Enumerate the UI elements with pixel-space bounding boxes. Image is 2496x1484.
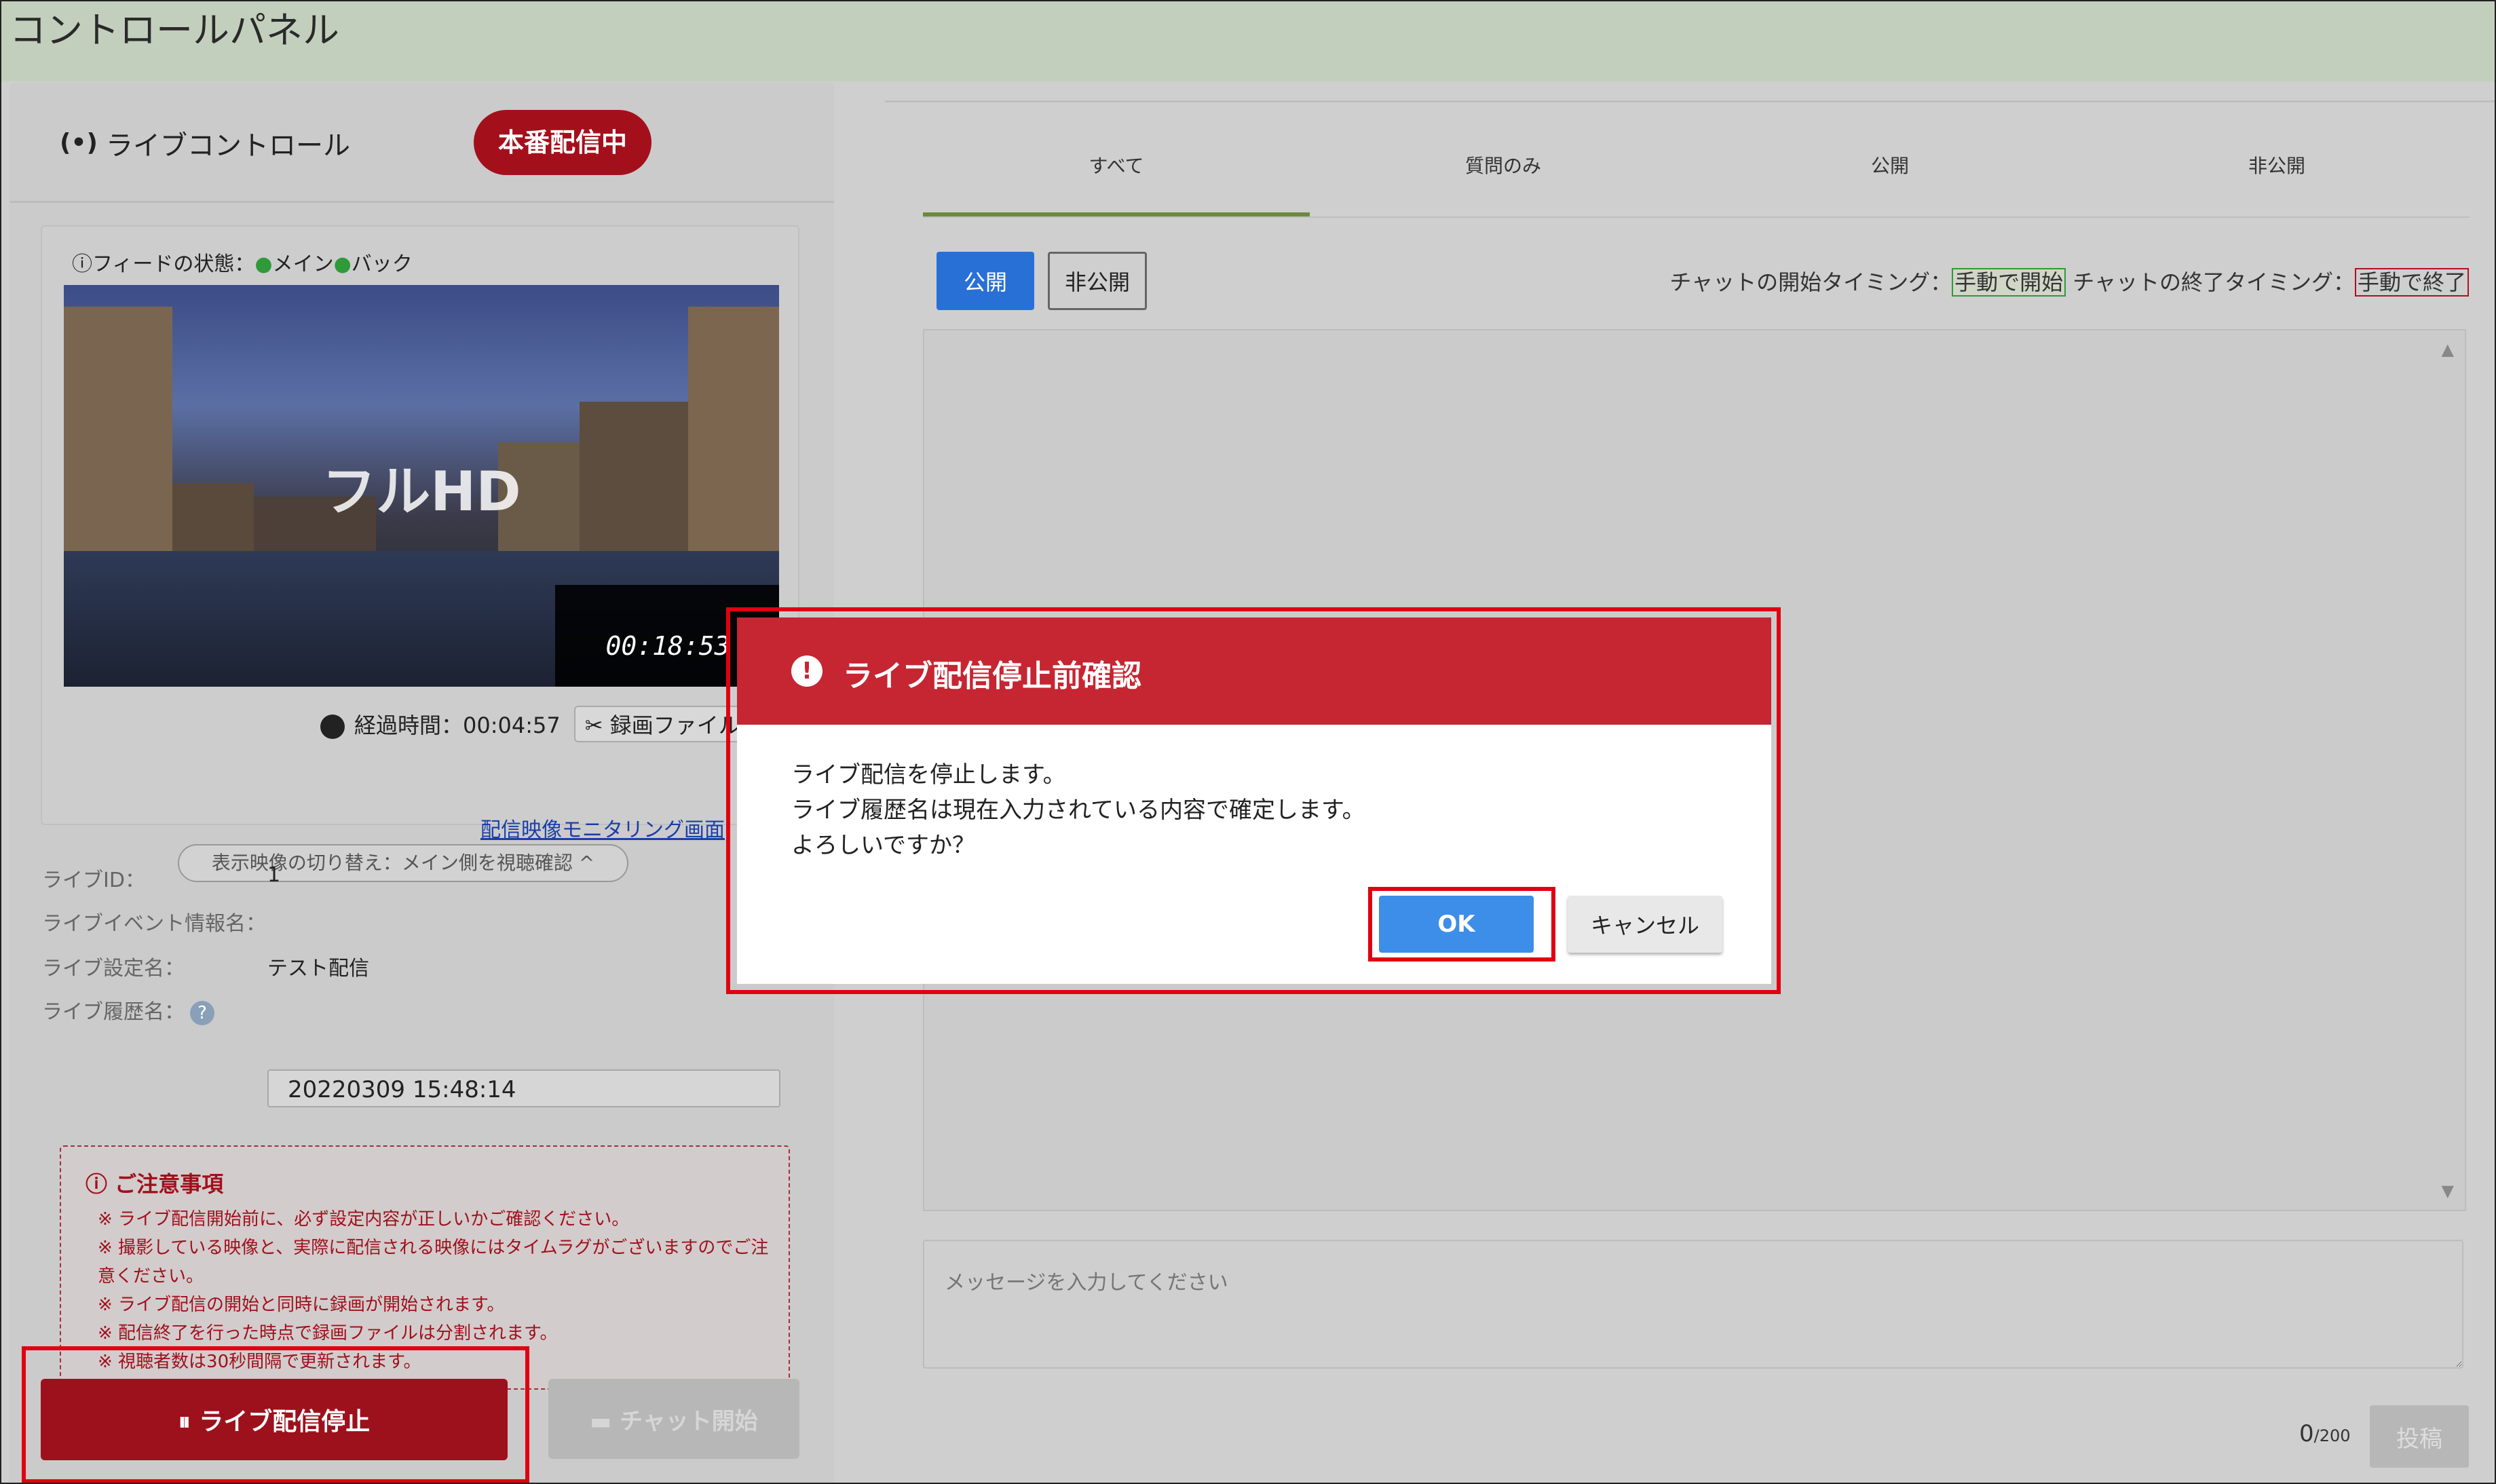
live-id-value: 1 [267, 863, 281, 887]
tab-public[interactable]: 公開 [1697, 151, 2083, 178]
feed-switch-toggle[interactable]: 表示映像の切り替え：メイン側を視聴確認 ^ [178, 844, 628, 882]
stop-live-button[interactable]: ⏸ ライブ配信停止 [41, 1379, 508, 1460]
dialog-header: ! ライブ配信停止前確認 [737, 617, 1771, 725]
live-event-label: ライブイベント情報名： [42, 912, 266, 936]
note-item: ※ ライブ配信の開始と同時に録画が開始されます。 [98, 1295, 505, 1315]
chat-start-timing-value: 手動で開始 [1952, 268, 2066, 297]
chat-end-timing-label: チャットの終了タイミング： [2073, 269, 2355, 295]
chat-start-label: チャット開始 [620, 1407, 758, 1435]
dialog-line: ライブ配信を停止します。 [791, 761, 1066, 788]
feed-status: ⓘフィードの状態：●メイン●バック [72, 247, 413, 277]
monitoring-link[interactable]: 配信映像モニタリング画面 [480, 813, 725, 843]
chat-timing-row: チャットの開始タイミング： 手動で開始 チャットの終了タイミング： 手動で終了 [1669, 265, 2469, 297]
alert-icon: ⓘ [86, 1171, 115, 1197]
tab-divider [923, 216, 2470, 218]
dialog-title: ライブ配信停止前確認 [843, 659, 1141, 693]
live-setting-value: テスト配信 [267, 957, 369, 981]
chat-start-timing-label: チャットの開始タイミング： [1669, 269, 1952, 295]
info-icon: ⓘ [72, 252, 92, 276]
notes-title-text: ご注意事項 [115, 1171, 224, 1197]
message-input[interactable] [923, 1240, 2463, 1369]
dialog-line: ライブ履歴名は現在入力されている内容で確定します。 [791, 797, 1365, 824]
live-setting-label: ライブ設定名： [42, 957, 185, 981]
scroll-down-icon[interactable]: ▼ [2442, 1181, 2454, 1200]
elapsed-row: 経過時間：00:04:57 ✂ 録画ファイル分 [320, 706, 773, 742]
stop-live-label: ライブ配信停止 [199, 1408, 371, 1436]
video-caption: フルHD [322, 460, 521, 523]
title-bar: コントロールパネル [1, 1, 2495, 81]
on-air-badge: 本番配信中 [474, 110, 651, 175]
char-count-max: /200 [2313, 1426, 2351, 1445]
help-icon[interactable]: ? [190, 1001, 214, 1025]
chat-icon: ▬ [590, 1407, 620, 1435]
exclamation-icon: ! [791, 655, 822, 687]
feed-back-label: バック [351, 252, 413, 276]
app-window: コントロールパネル (•) ライブコントロール 本番配信中 ⓘフィードの状態：●… [0, 0, 2496, 1484]
notes-title: ⓘ ご注意事項 [86, 1167, 223, 1198]
feed-status-label: フィードの状態： [92, 252, 255, 276]
public-filter-button[interactable]: 公開 [937, 252, 1034, 310]
scissors-icon: ✂ [584, 712, 610, 738]
video-preview[interactable]: フルHD 00:18:53 [64, 285, 779, 687]
live-control-header: (•) ライブコントロール 本番配信中 [10, 83, 834, 203]
chat-start-button[interactable]: ▬ チャット開始 [548, 1379, 799, 1459]
feed-preview-box: ⓘフィードの状態：●メイン●バック フルHD 00:18:53 経過時間：00:… [41, 225, 799, 882]
tab-all[interactable]: すべて [923, 151, 1310, 178]
ok-button[interactable]: OK [1379, 896, 1534, 953]
tab-questions[interactable]: 質問のみ [1310, 151, 1697, 178]
char-counter: 0/200 [2299, 1420, 2351, 1447]
dialog-line: よろしいですか？ [791, 832, 975, 859]
check-icon: ● [333, 252, 352, 276]
scroll-up-icon[interactable]: ▲ [2442, 340, 2454, 359]
char-count-value: 0 [2299, 1420, 2314, 1447]
note-item: ※ ライブ配信開始前に、必ず設定内容が正しいかご確認ください。 [98, 1209, 630, 1230]
live-history-label: ライブ履歴名： [42, 1000, 185, 1024]
cancel-button[interactable]: キャンセル [1568, 896, 1722, 953]
clock-icon [320, 715, 345, 739]
chat-end-timing-value: 手動で終了 [2354, 268, 2469, 297]
feed-main-label: メイン [272, 252, 334, 276]
dialog-body: ライブ配信を停止します。 ライブ履歴名は現在入力されている内容で確定します。 よ… [791, 757, 1365, 863]
page-title: コントロールパネル [10, 9, 339, 52]
pause-icon: ⏸ [178, 1408, 200, 1436]
live-control-panel: (•) ライブコントロール 本番配信中 ⓘフィードの状態：●メイン●バック フル… [10, 83, 834, 1483]
live-id-label: ライブID： [42, 869, 145, 892]
live-control-label: ライブコントロール [106, 130, 350, 161]
post-button[interactable]: 投稿 [2370, 1405, 2469, 1468]
note-item: ※ 撮影している映像と、実際に配信される映像にはタイムラグがございますのでご注意… [98, 1238, 769, 1287]
broadcast-icon: (•) [60, 129, 98, 157]
history-name-input[interactable]: 20220309 15:48:14 [267, 1069, 780, 1107]
note-item: ※ 配信終了を行った時点で録画ファイルは分割されます。 [98, 1323, 558, 1344]
elapsed-time: 経過時間：00:04:57 [354, 712, 561, 738]
tab-private[interactable]: 非公開 [2083, 151, 2470, 178]
private-filter-button[interactable]: 非公開 [1048, 252, 1147, 310]
live-history-label-row: ライブ履歴名：? [42, 995, 214, 1025]
check-icon: ● [254, 252, 273, 276]
